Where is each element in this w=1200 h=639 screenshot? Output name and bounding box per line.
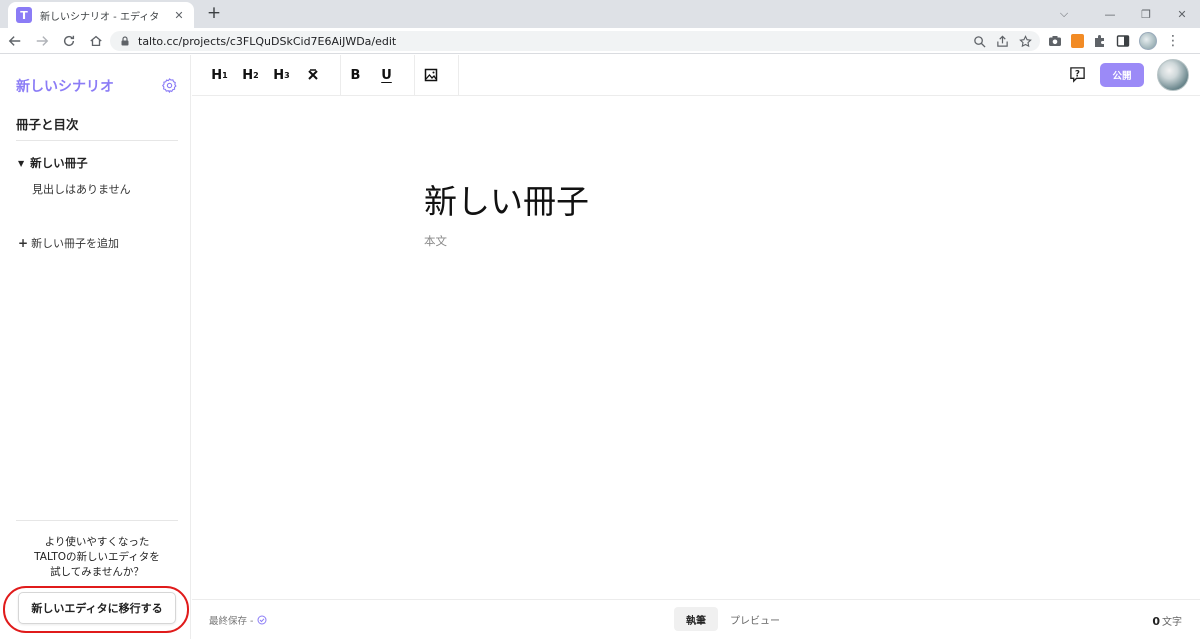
tab-write[interactable]: 執筆 [674,607,718,631]
promo-line: より使いやすくなった [44,536,150,548]
insert-image-button[interactable] [415,55,446,95]
url-text: talto.cc/projects/c3FLQuDSkCid7E6AiJWDa/… [138,34,397,48]
extensions-puzzle-icon[interactable] [1093,34,1107,48]
window-controls: ⌵ — ❐ ✕ [1046,0,1200,28]
settings-gear-icon[interactable] [162,78,177,93]
browser-toolbar: talto.cc/projects/c3FLQuDSkCid7E6AiJWDa/… [0,28,1200,54]
user-avatar[interactable] [1157,59,1189,91]
talto-favicon-icon: T [16,7,32,23]
document-body-placeholder[interactable]: 本文 [424,233,447,249]
tab-close-icon[interactable]: ✕ [172,9,186,22]
clear-format-icon [307,69,318,80]
editor-app: 新しいシナリオ 冊子と目次 ▼ 新しい冊子 見出しはありません + 新しい冊子を… [0,55,1200,639]
home-icon[interactable] [84,29,108,53]
tab-search-chevron-icon[interactable]: ⌵ [1046,7,1082,21]
insert-tools [403,55,459,95]
promo-line: 試してみませんか？ [50,566,144,578]
plus-icon: + [18,236,29,250]
character-count-unit: 文字 [1162,617,1182,628]
forward-icon[interactable] [30,29,54,53]
last-saved-status: 最終保存 - [209,613,267,627]
html5-extension-icon[interactable] [1071,34,1084,48]
heading2-button[interactable]: H2 [235,55,266,95]
no-headings-text: 見出しはありません [32,183,131,196]
browser-tab[interactable]: T 新しいシナリオ - エディタ ✕ [8,2,194,28]
reload-icon[interactable] [57,29,81,53]
image-icon [424,68,437,82]
bold-button[interactable]: B [340,55,371,95]
help-icon[interactable]: ? [1069,66,1086,83]
editor-toolbar: H1 H2 H3 B U ? 公開 [192,55,1200,96]
back-icon[interactable] [3,29,27,53]
side-panel-icon[interactable] [1116,34,1130,48]
booklet-label: 新しい冊子 [30,156,88,170]
camera-extension-icon[interactable] [1048,34,1062,48]
sidebar-item-booklet[interactable]: ▼ 新しい冊子 [18,155,88,171]
minimize-icon[interactable]: — [1092,8,1128,21]
underline-button[interactable]: U [371,55,402,95]
new-editor-promo: より使いやすくなった TALTOの新しいエディタを 試してみませんか？ [16,535,178,580]
zoom-search-icon[interactable] [973,35,986,48]
heading1-button[interactable]: H1 [204,55,235,95]
address-bar[interactable]: talto.cc/projects/c3FLQuDSkCid7E6AiJWDa/… [110,31,1040,51]
browser-menu-icon[interactable]: ⋮ [1166,34,1180,48]
last-saved-label: 最終保存 - [209,616,254,627]
new-tab-icon[interactable]: + [204,3,224,23]
heading3-button[interactable]: H3 [266,55,297,95]
svg-text:?: ? [1075,69,1080,79]
caret-down-icon[interactable]: ▼ [18,159,24,168]
document-title[interactable]: 新しい冊子 [424,175,589,223]
browser-tabstrip: T 新しいシナリオ - エディタ ✕ + ⌵ — ❐ ✕ [0,0,1200,28]
status-bar: 最終保存 - 執筆 プレビュー 0 文字 [192,599,1200,639]
browser-profile-avatar[interactable] [1139,32,1157,50]
tab-preview[interactable]: プレビュー [718,607,792,631]
tab-title: 新しいシナリオ - エディタ [40,11,160,23]
clear-heading-button[interactable] [297,55,328,95]
close-window-icon[interactable]: ✕ [1164,8,1200,21]
share-icon[interactable] [996,35,1009,48]
bookmark-star-icon[interactable] [1019,34,1032,48]
booklet-toc-heading: 冊子と目次 [16,117,79,132]
restore-icon[interactable]: ❐ [1128,8,1164,21]
text-style-tools: B U [328,55,415,95]
sidebar-divider [16,140,178,141]
sidebar: 新しいシナリオ 冊子と目次 ▼ 新しい冊子 見出しはありません + 新しい冊子を… [0,55,191,639]
migrate-new-editor-button[interactable]: 新しいエディタに移行する [18,592,176,624]
heading-tools: H1 H2 H3 [192,55,341,95]
saved-check-icon [257,615,267,625]
mode-tabs: 執筆 プレビュー [674,607,792,631]
publish-button[interactable]: 公開 [1100,63,1144,87]
character-count-value: 0 [1152,615,1160,628]
sidebar-divider [16,520,178,521]
add-booklet-label: 新しい冊子を追加 [31,237,120,250]
lock-icon [121,36,129,46]
character-count: 0 文字 [1152,613,1182,628]
promo-line: TALTOの新しいエディタを [34,551,160,563]
add-booklet-button[interactable]: + 新しい冊子を追加 [18,235,119,251]
scenario-title[interactable]: 新しいシナリオ [16,76,114,96]
